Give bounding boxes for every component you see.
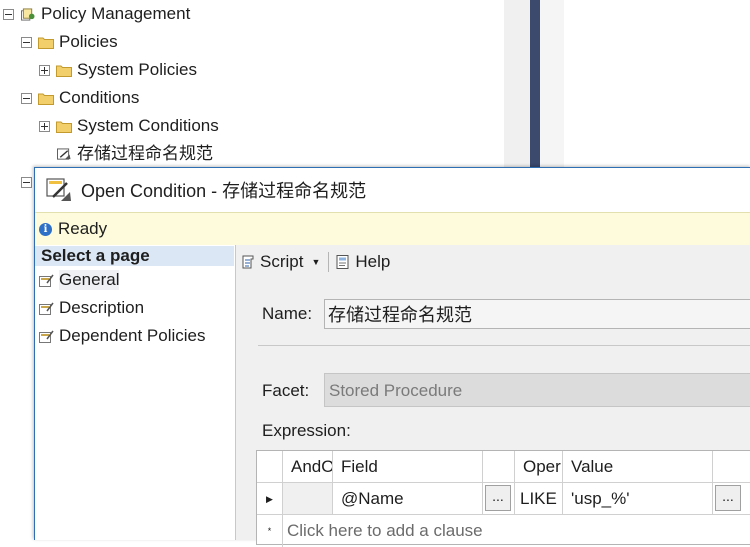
- page-dependent-policies[interactable]: Dependent Policies: [35, 322, 235, 350]
- value-cell[interactable]: 'usp_%': [563, 483, 713, 515]
- general-page-content: Name: 存储过程命名规范 Facet: Stored Procedure E…: [236, 279, 750, 547]
- script-icon: [242, 255, 254, 269]
- column-header-value-button: [713, 451, 750, 483]
- tree-item-label: System Policies: [77, 60, 197, 79]
- page-label: General: [59, 270, 120, 290]
- tree-item-label: Policy Management: [41, 4, 191, 23]
- row-selector-header: [257, 451, 283, 483]
- script-label: Script: [260, 252, 304, 271]
- policy-management-icon: [21, 7, 35, 21]
- help-label: Help: [355, 252, 391, 271]
- page-label: Dependent Policies: [59, 326, 206, 345]
- page-icon: [39, 330, 54, 343]
- column-header-value[interactable]: Value: [563, 451, 713, 483]
- name-label: Name:: [262, 304, 313, 323]
- expression-grid: AndOr Field Oper Value ▶ @Name ... LIKE …: [256, 450, 750, 547]
- tree-item-policies[interactable]: Policies: [21, 28, 118, 56]
- toolbar-separator: [328, 252, 330, 272]
- dialog-toolbar: Script ▼ Help: [236, 245, 750, 279]
- script-button[interactable]: Script ▼: [240, 252, 326, 272]
- name-field[interactable]: 存储过程命名规范: [324, 299, 750, 329]
- dialog-title-bar[interactable]: Open Condition - 存储过程命名规范: [35, 168, 750, 212]
- condition-icon: [57, 147, 71, 160]
- tree-item-policy-management[interactable]: Policy Management: [3, 0, 190, 28]
- help-button[interactable]: Help: [335, 252, 390, 272]
- page-description[interactable]: Description: [35, 294, 235, 322]
- column-header-operator[interactable]: Oper: [515, 451, 563, 483]
- value-ellipsis-button[interactable]: ...: [715, 485, 741, 511]
- page-icon: [39, 274, 54, 287]
- column-header-field[interactable]: Field: [333, 451, 483, 483]
- dialog-title: Open Condition - 存储过程命名规范: [81, 181, 367, 201]
- add-clause-row[interactable]: Click here to add a clause: [283, 515, 750, 547]
- facet-label: Facet:: [262, 381, 310, 400]
- expand-icon[interactable]: [39, 120, 50, 132]
- page-general[interactable]: General: [35, 266, 235, 294]
- tree-item-system-policies[interactable]: System Policies: [39, 56, 197, 84]
- tree-item-system-conditions[interactable]: System Conditions: [39, 112, 219, 140]
- divider: [258, 345, 750, 346]
- field-cell[interactable]: @Name: [333, 483, 483, 515]
- condition-icon: [46, 178, 71, 201]
- row-selector-arrow-icon[interactable]: ▶: [257, 483, 283, 515]
- tree-item-label: Policies: [59, 32, 118, 51]
- collapse-icon[interactable]: [21, 92, 32, 104]
- expression-label: Expression:: [262, 421, 351, 440]
- select-page-pane: Select a page General Description Depend…: [35, 245, 236, 540]
- page-icon: [39, 302, 54, 315]
- column-header-andor[interactable]: AndOr: [283, 451, 333, 483]
- collapse-icon[interactable]: [21, 36, 32, 48]
- folder-icon: [56, 121, 72, 133]
- open-condition-dialog: Open Condition - 存储过程命名规范 i Ready Select…: [34, 167, 750, 547]
- facet-select[interactable]: Stored Procedure: [324, 373, 750, 407]
- andor-cell[interactable]: [283, 483, 333, 515]
- folder-icon: [38, 37, 54, 49]
- page-label: Description: [59, 298, 145, 317]
- dropdown-arrow-icon[interactable]: ▼: [311, 257, 320, 267]
- new-row-marker: *: [257, 515, 283, 547]
- tree-item-label: 存储过程命名规范: [77, 144, 213, 163]
- field-button-cell: ...: [483, 483, 515, 515]
- tree-item-condition[interactable]: 存储过程命名规范: [56, 140, 213, 168]
- status-bar: i Ready: [35, 212, 750, 246]
- expand-icon[interactable]: [39, 64, 50, 76]
- info-icon: i: [39, 222, 52, 236]
- collapse-icon[interactable]: [3, 8, 14, 20]
- help-icon: [336, 255, 349, 269]
- operator-cell[interactable]: LIKE: [515, 483, 563, 515]
- value-button-cell: ...: [713, 483, 750, 515]
- tree-item-label: Conditions: [59, 88, 140, 107]
- folder-icon: [56, 65, 72, 77]
- tree-item-conditions[interactable]: Conditions: [21, 84, 139, 112]
- select-page-header: Select a page: [35, 246, 234, 266]
- tree-item-label: System Conditions: [77, 116, 219, 135]
- column-header-field-button: [483, 451, 515, 483]
- folder-icon: [38, 93, 54, 105]
- status-text: Ready: [58, 219, 108, 238]
- field-ellipsis-button[interactable]: ...: [485, 485, 511, 511]
- collapse-icon[interactable]: [21, 176, 32, 188]
